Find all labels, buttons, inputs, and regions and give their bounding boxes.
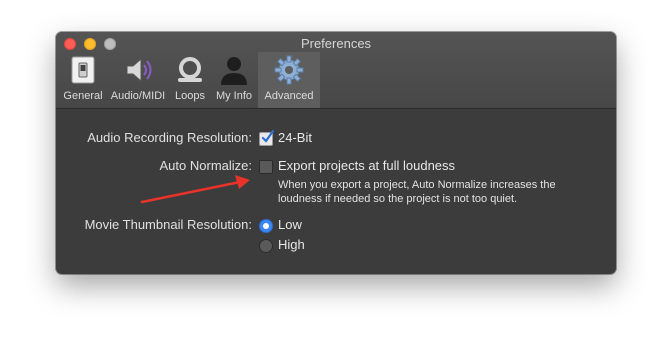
title-bar: Preferences General Audio/MIDI Loops My … [56,32,616,109]
checkmark-icon [261,130,275,143]
24-bit-option-label[interactable]: 24-Bit [278,130,312,145]
movie-thumbnail-resolution-label: Movie Thumbnail Resolution: [84,217,252,232]
auto-normalize-label: Auto Normalize: [159,158,252,173]
switch-icon [71,56,95,84]
tab-my-info[interactable]: My Info [210,52,258,108]
loop-icon [178,57,202,82]
person-icon [221,57,247,85]
auto-normalize-checkbox[interactable] [259,160,273,174]
high-radio[interactable] [259,239,273,253]
tab-general[interactable]: General [60,52,106,108]
gear-icon [274,55,304,85]
low-radio[interactable] [259,219,273,233]
tab-advanced[interactable]: Advanced [258,52,320,108]
audio-recording-resolution-label: Audio Recording Resolution: [87,130,252,145]
speaker-icon [126,57,152,83]
auto-normalize-help-text: When you export a project, Auto Normaliz… [278,179,556,205]
24-bit-checkbox[interactable] [259,130,275,146]
tab-general-label: General [63,90,103,102]
annotation-arrow [140,175,250,204]
tab-audio-midi-label: Audio/MIDI [110,90,166,102]
preferences-window: Preferences General Audio/MIDI Loops My … [56,32,616,274]
high-option-label[interactable]: High [278,237,305,252]
tab-advanced-label: Advanced [264,90,314,102]
tab-loops[interactable]: Loops [170,52,210,108]
auto-normalize-option-label[interactable]: Export projects at full loudness [278,158,455,173]
tab-loops-label: Loops [175,90,205,102]
tab-audio-midi[interactable]: Audio/MIDI [106,52,170,108]
low-option-label[interactable]: Low [278,217,302,232]
window-title: Preferences [300,36,372,51]
tab-my-info-label: My Info [215,90,253,102]
preferences-toolbar: General Audio/MIDI Loops My Info Advance… [60,52,320,108]
